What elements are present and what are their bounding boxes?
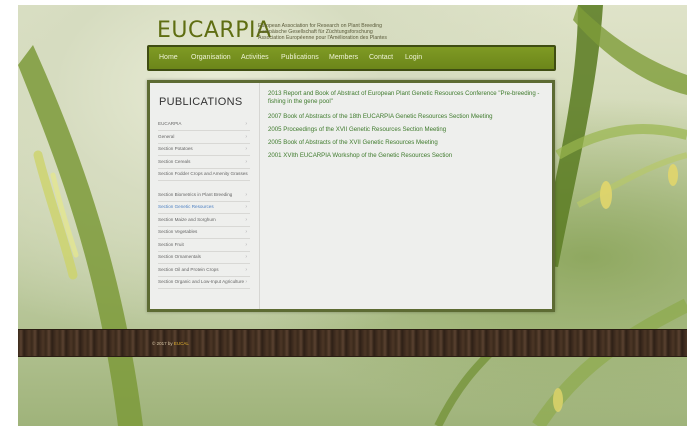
sidebar-item[interactable]: Section Vegetables › (158, 229, 250, 239)
sidebar-item-label: Section Fodder Crops and Amenity Grasses (158, 171, 248, 176)
sidebar-item-label: Section Potatoes (158, 146, 193, 151)
nav-item-publications[interactable]: Publications (281, 54, 319, 61)
chevron-right-icon: › (245, 204, 247, 210)
copyright-text: © 2017 by (152, 341, 173, 346)
nav-item-home[interactable]: Home (159, 54, 178, 61)
left-margin (0, 0, 18, 426)
chevron-right-icon: › (245, 279, 247, 285)
sidebar-item[interactable]: Section Fodder Crops and Amenity Grasses… (158, 171, 250, 181)
sidebar-item[interactable]: Section Oil and Protein Crops › (158, 267, 250, 277)
footer-link[interactable]: EUCAL (174, 341, 189, 346)
sidebar-item-label: Section Cereals (158, 159, 191, 164)
sidebar-item-label: Section Oil and Protein Crops (158, 267, 219, 272)
footer-copyright: © 2017 by EUCAL (152, 341, 189, 346)
tagline-line-fr: Association Européenne pour l'Améliorati… (258, 35, 388, 41)
content-panel: PUBLICATIONS EUCARPIA › General › Section Po… (147, 80, 555, 312)
nav-item-login[interactable]: Login (405, 54, 422, 61)
nav-item-members[interactable]: Members (329, 54, 358, 61)
chevron-right-icon: › (245, 229, 247, 235)
nav-item-activities[interactable]: Activities (241, 54, 269, 61)
sidebar-item-label: Section Maize and Sorghum (158, 217, 216, 222)
sidebar-item-label: Section Biometrics in Plant Breeding (158, 192, 233, 197)
sidebar-item-label: Section Organic and Low-Input Agricultur… (158, 279, 245, 284)
chevron-right-icon: › (245, 192, 247, 198)
chevron-right-icon: › (245, 242, 247, 248)
sidebar-item-label: Section Vegetables (158, 229, 198, 234)
chevron-right-icon: › (245, 134, 247, 140)
site-header: EUCARPIA European Association for Resear… (155, 10, 555, 44)
sidebar-title: PUBLICATIONS (159, 96, 243, 108)
sidebar-item[interactable]: Section Fruit › (158, 242, 250, 252)
eucarpia-logo[interactable]: EUCARPIA (157, 18, 272, 43)
chevron-right-icon: › (245, 146, 247, 152)
sidebar-item[interactable]: EUCARPIA › (158, 121, 250, 131)
publication-link[interactable]: 2005 Proceedings of the XVII Genetic Res… (268, 126, 550, 134)
sidebar-item[interactable]: Section Ornamentals › (158, 254, 250, 264)
sidebar-item[interactable]: Section Maize and Sorghum › (158, 217, 250, 227)
sidebar-item[interactable]: General › (158, 134, 250, 144)
nav-item-organisation[interactable]: Organisation (191, 54, 231, 61)
sidebar-item[interactable]: Section Biometrics in Plant Breeding › (158, 192, 250, 202)
chevron-right-icon: › (245, 159, 247, 165)
sidebar-item[interactable]: Section Potatoes › (158, 146, 250, 156)
publication-link[interactable]: 2001 XVIth EUCARPIA Workshop of the Gene… (268, 152, 550, 160)
publication-link[interactable]: 2013 Report and Book of Abstract of Euro… (268, 90, 550, 106)
logo-tagline: European Association for Research on Pla… (258, 23, 387, 41)
chevron-right-icon: › (245, 217, 247, 223)
sidebar: PUBLICATIONS EUCARPIA › General › Section Po… (150, 83, 260, 309)
sidebar-item[interactable]: Section Genetic Resources › (158, 204, 250, 214)
sidebar-item[interactable]: Section Organic and Low-Input Agricultur… (158, 279, 250, 289)
top-margin (0, 0, 689, 5)
chevron-right-icon: › (245, 267, 247, 273)
chevron-right-icon: › (245, 121, 247, 127)
sidebar-item-label: Section Ornamentals (158, 254, 201, 259)
main-navigation: Home Organisation Activities Publication… (147, 45, 556, 71)
sidebar-item-label: General (158, 134, 175, 139)
sidebar-item-label: EUCARPIA (158, 121, 182, 126)
chevron-right-icon: › (245, 171, 247, 177)
sidebar-item-label: Section Fruit (158, 242, 184, 247)
nav-item-contact[interactable]: Contact (369, 54, 393, 61)
footer: © 2017 by EUCAL (18, 329, 687, 357)
sidebar-item-label: Section Genetic Resources (158, 204, 214, 209)
sidebar-item[interactable]: Section Cereals › (158, 159, 250, 169)
publication-link[interactable]: 2005 Book of Abstracts of the XVII Genet… (268, 139, 550, 147)
publication-link[interactable]: 2007 Book of Abstracts of the 18th EUCAR… (268, 113, 550, 121)
chevron-right-icon: › (245, 254, 247, 260)
